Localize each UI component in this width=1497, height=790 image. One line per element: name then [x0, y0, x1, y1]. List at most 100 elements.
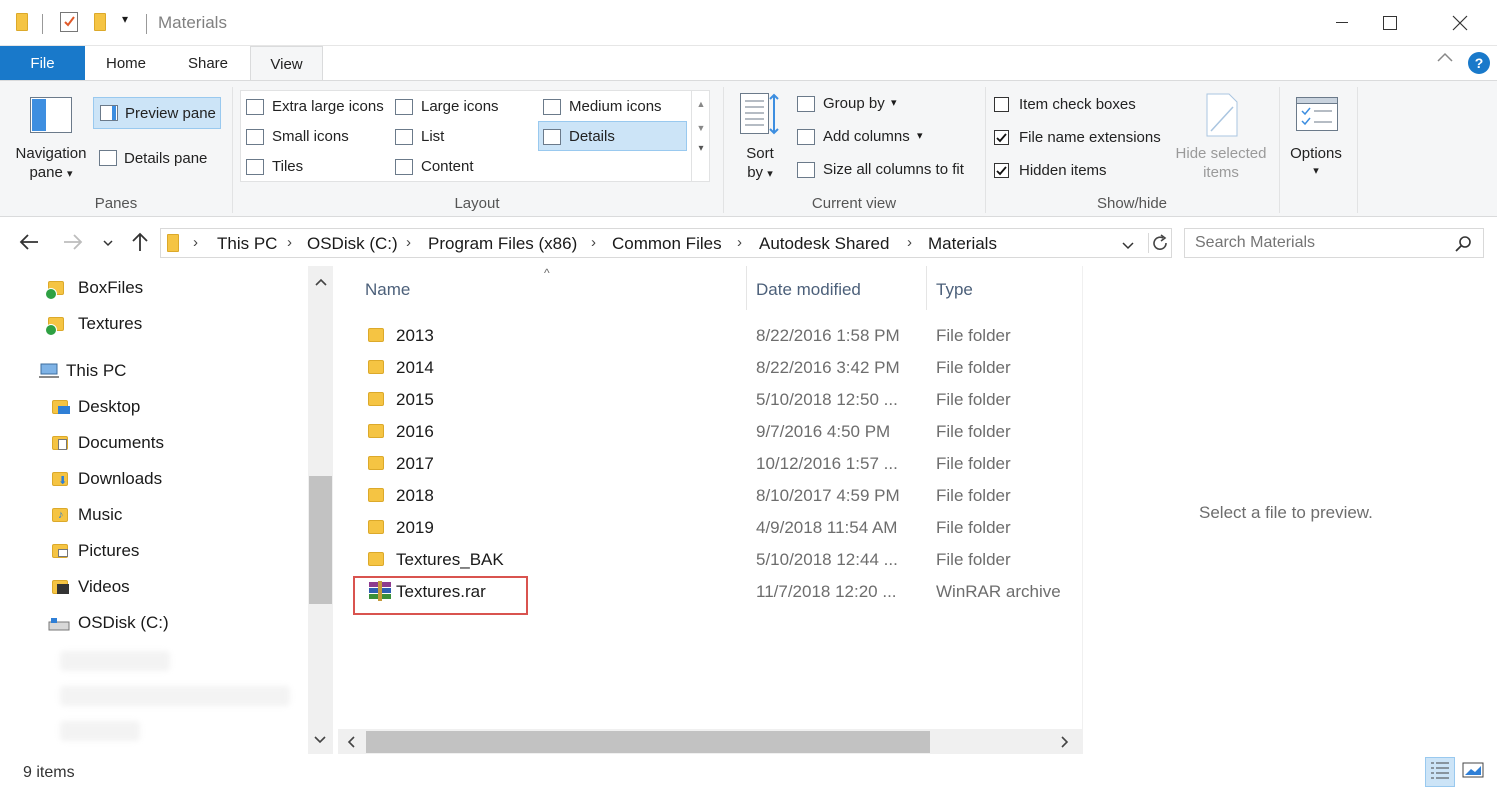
options-label: Options — [1290, 145, 1342, 162]
folder-icon — [16, 13, 28, 31]
breadcrumb-common-files[interactable]: Common Files — [612, 234, 722, 254]
chevron-right-icon[interactable]: › — [193, 234, 198, 251]
address-bar[interactable]: › This PC › OSDisk (C:) › Program Files … — [160, 228, 1172, 258]
chevron-up-icon[interactable] — [308, 274, 333, 292]
size-all-columns-button[interactable]: Size all columns to fit — [795, 159, 975, 183]
chevron-right-icon[interactable]: › — [907, 234, 912, 251]
back-arrow-icon[interactable] — [18, 233, 40, 256]
computer-icon — [38, 363, 60, 379]
nav-item-this-pc[interactable]: This PC — [38, 354, 126, 388]
group-by-button[interactable]: Group by ▾ — [795, 93, 965, 117]
column-header-date-modified[interactable]: Date modified — [756, 280, 861, 300]
new-folder-icon[interactable] — [94, 13, 106, 31]
folder-icon — [368, 488, 384, 502]
horizontal-scrollbar-thumb[interactable] — [366, 731, 930, 753]
breadcrumb-osdisk[interactable]: OSDisk (C:) — [307, 234, 398, 254]
search-input[interactable] — [1195, 234, 1445, 252]
preview-pane-button[interactable]: Preview pane — [93, 97, 221, 129]
refresh-icon[interactable] — [1148, 233, 1172, 253]
chevron-right-icon[interactable] — [1060, 735, 1070, 754]
hidden-items-checkbox[interactable] — [994, 163, 1009, 178]
search-icon[interactable] — [1455, 235, 1473, 258]
nav-item-textures[interactable]: Textures — [45, 307, 142, 341]
layout-tiles[interactable]: Tiles — [244, 155, 389, 179]
file-row[interactable]: 2019 4/9/2018 11:54 AM File folder — [353, 512, 1082, 544]
item-check-boxes-checkbox[interactable] — [994, 97, 1009, 112]
column-divider[interactable] — [746, 266, 747, 310]
file-name-extensions-toggle[interactable]: File name extensions — [994, 128, 1174, 150]
sort-by-icon — [740, 93, 780, 135]
file-row[interactable]: 2016 9/7/2016 4:50 PM File folder — [353, 416, 1082, 448]
help-icon[interactable]: ? — [1468, 52, 1490, 74]
item-check-boxes-toggle[interactable]: Item check boxes — [994, 95, 1174, 117]
chevron-down-icon[interactable]: ▼ — [692, 123, 710, 133]
address-history-icon[interactable] — [1121, 238, 1135, 256]
navigation-pane-button[interactable]: Navigation pane ▾ — [13, 145, 89, 181]
nav-item-osdisk[interactable]: OSDisk (C:) — [48, 606, 169, 640]
layout-extra-large-icons[interactable]: Extra large icons — [244, 95, 389, 119]
file-row[interactable]: 2017 10/12/2016 1:57 ... File folder — [353, 448, 1082, 480]
details-view-button[interactable] — [1425, 757, 1455, 787]
layout-large-icons[interactable]: Large icons — [393, 95, 538, 119]
chevron-up-icon[interactable] — [1436, 50, 1454, 68]
breadcrumb-this-pc[interactable]: This PC — [217, 234, 277, 254]
breadcrumb-materials[interactable]: Materials — [928, 234, 997, 254]
layout-list[interactable]: List — [393, 125, 538, 149]
file-row[interactable]: Textures_BAK 5/10/2018 12:44 ... File fold… — [353, 544, 1082, 576]
close-icon[interactable] — [1437, 0, 1483, 46]
add-columns-button[interactable]: Add columns ▾ — [795, 126, 965, 150]
forward-arrow-icon[interactable] — [62, 233, 84, 256]
sort-by-button[interactable]: Sort by ▾ — [738, 145, 782, 181]
file-row[interactable]: 2013 8/22/2016 1:58 PM File folder — [353, 320, 1082, 352]
layout-details[interactable]: Details — [541, 125, 686, 149]
breadcrumb-program-files[interactable]: Program Files (x86) — [428, 234, 577, 254]
layout-scroll[interactable]: ▲ ▼ ▾ — [691, 91, 710, 181]
file-name-extensions-checkbox[interactable] — [994, 130, 1009, 145]
nav-scrollbar-thumb[interactable] — [309, 476, 332, 604]
large-icons-view-button[interactable] — [1458, 757, 1488, 787]
layout-content[interactable]: Content — [393, 155, 538, 179]
nav-item-documents[interactable]: Documents — [52, 426, 164, 460]
details-pane-button[interactable]: Details pane — [93, 143, 221, 175]
chevron-right-icon[interactable]: › — [287, 234, 292, 251]
column-header-name[interactable]: Name — [365, 280, 410, 300]
up-arrow-icon[interactable] — [130, 231, 150, 258]
nav-item-music[interactable]: ♪ Music — [52, 498, 122, 532]
chevron-down-icon[interactable] — [313, 732, 327, 750]
file-row[interactable]: 2014 8/22/2016 3:42 PM File folder — [353, 352, 1082, 384]
file-row[interactable]: 2015 5/10/2018 12:50 ... File folder — [353, 384, 1082, 416]
recent-locations-icon[interactable] — [102, 235, 114, 253]
properties-icon[interactable] — [60, 12, 78, 32]
file-date: 5/10/2018 12:44 ... — [756, 550, 898, 569]
column-divider[interactable] — [926, 266, 927, 310]
tab-file[interactable]: File — [0, 46, 85, 80]
tab-share[interactable]: Share — [172, 46, 244, 80]
search-box[interactable] — [1184, 228, 1484, 258]
maximize-icon[interactable] — [1367, 0, 1413, 46]
layout-small-icons[interactable]: Small icons — [244, 125, 389, 149]
layout-medium-icons[interactable]: Medium icons — [541, 95, 686, 119]
tab-view[interactable]: View — [250, 46, 323, 81]
expand-gallery-icon[interactable]: ▾ — [692, 143, 710, 154]
tab-home[interactable]: Home — [90, 46, 162, 80]
nav-item-videos[interactable]: Videos — [52, 570, 130, 604]
layout-label: Content — [421, 158, 474, 175]
chevron-up-icon[interactable]: ▲ — [692, 99, 710, 109]
file-row[interactable]: 2018 8/10/2017 4:59 PM File folder — [353, 480, 1082, 512]
nav-item-pictures[interactable]: Pictures — [52, 534, 139, 568]
column-header-type[interactable]: Type — [936, 280, 973, 300]
nav-item-downloads[interactable]: ⬇ Downloads — [52, 462, 162, 496]
options-button[interactable]: Options ▾ — [1286, 145, 1346, 177]
breadcrumb-autodesk-shared[interactable]: Autodesk Shared — [759, 234, 889, 254]
nav-item-desktop[interactable]: Desktop — [52, 390, 140, 424]
hide-selected-items-button[interactable]: Hide selected items — [1172, 145, 1270, 181]
file-name: 2017 — [396, 454, 434, 473]
customize-toolbar-icon[interactable]: ▾ — [122, 12, 128, 26]
hidden-items-toggle[interactable]: Hidden items — [994, 161, 1174, 183]
chevron-right-icon[interactable]: › — [591, 234, 596, 251]
minimize-icon[interactable] — [1319, 0, 1365, 46]
chevron-right-icon[interactable]: › — [406, 234, 411, 251]
chevron-left-icon[interactable] — [346, 735, 356, 754]
nav-item-boxfiles[interactable]: BoxFiles — [45, 271, 143, 305]
chevron-right-icon[interactable]: › — [737, 234, 742, 251]
